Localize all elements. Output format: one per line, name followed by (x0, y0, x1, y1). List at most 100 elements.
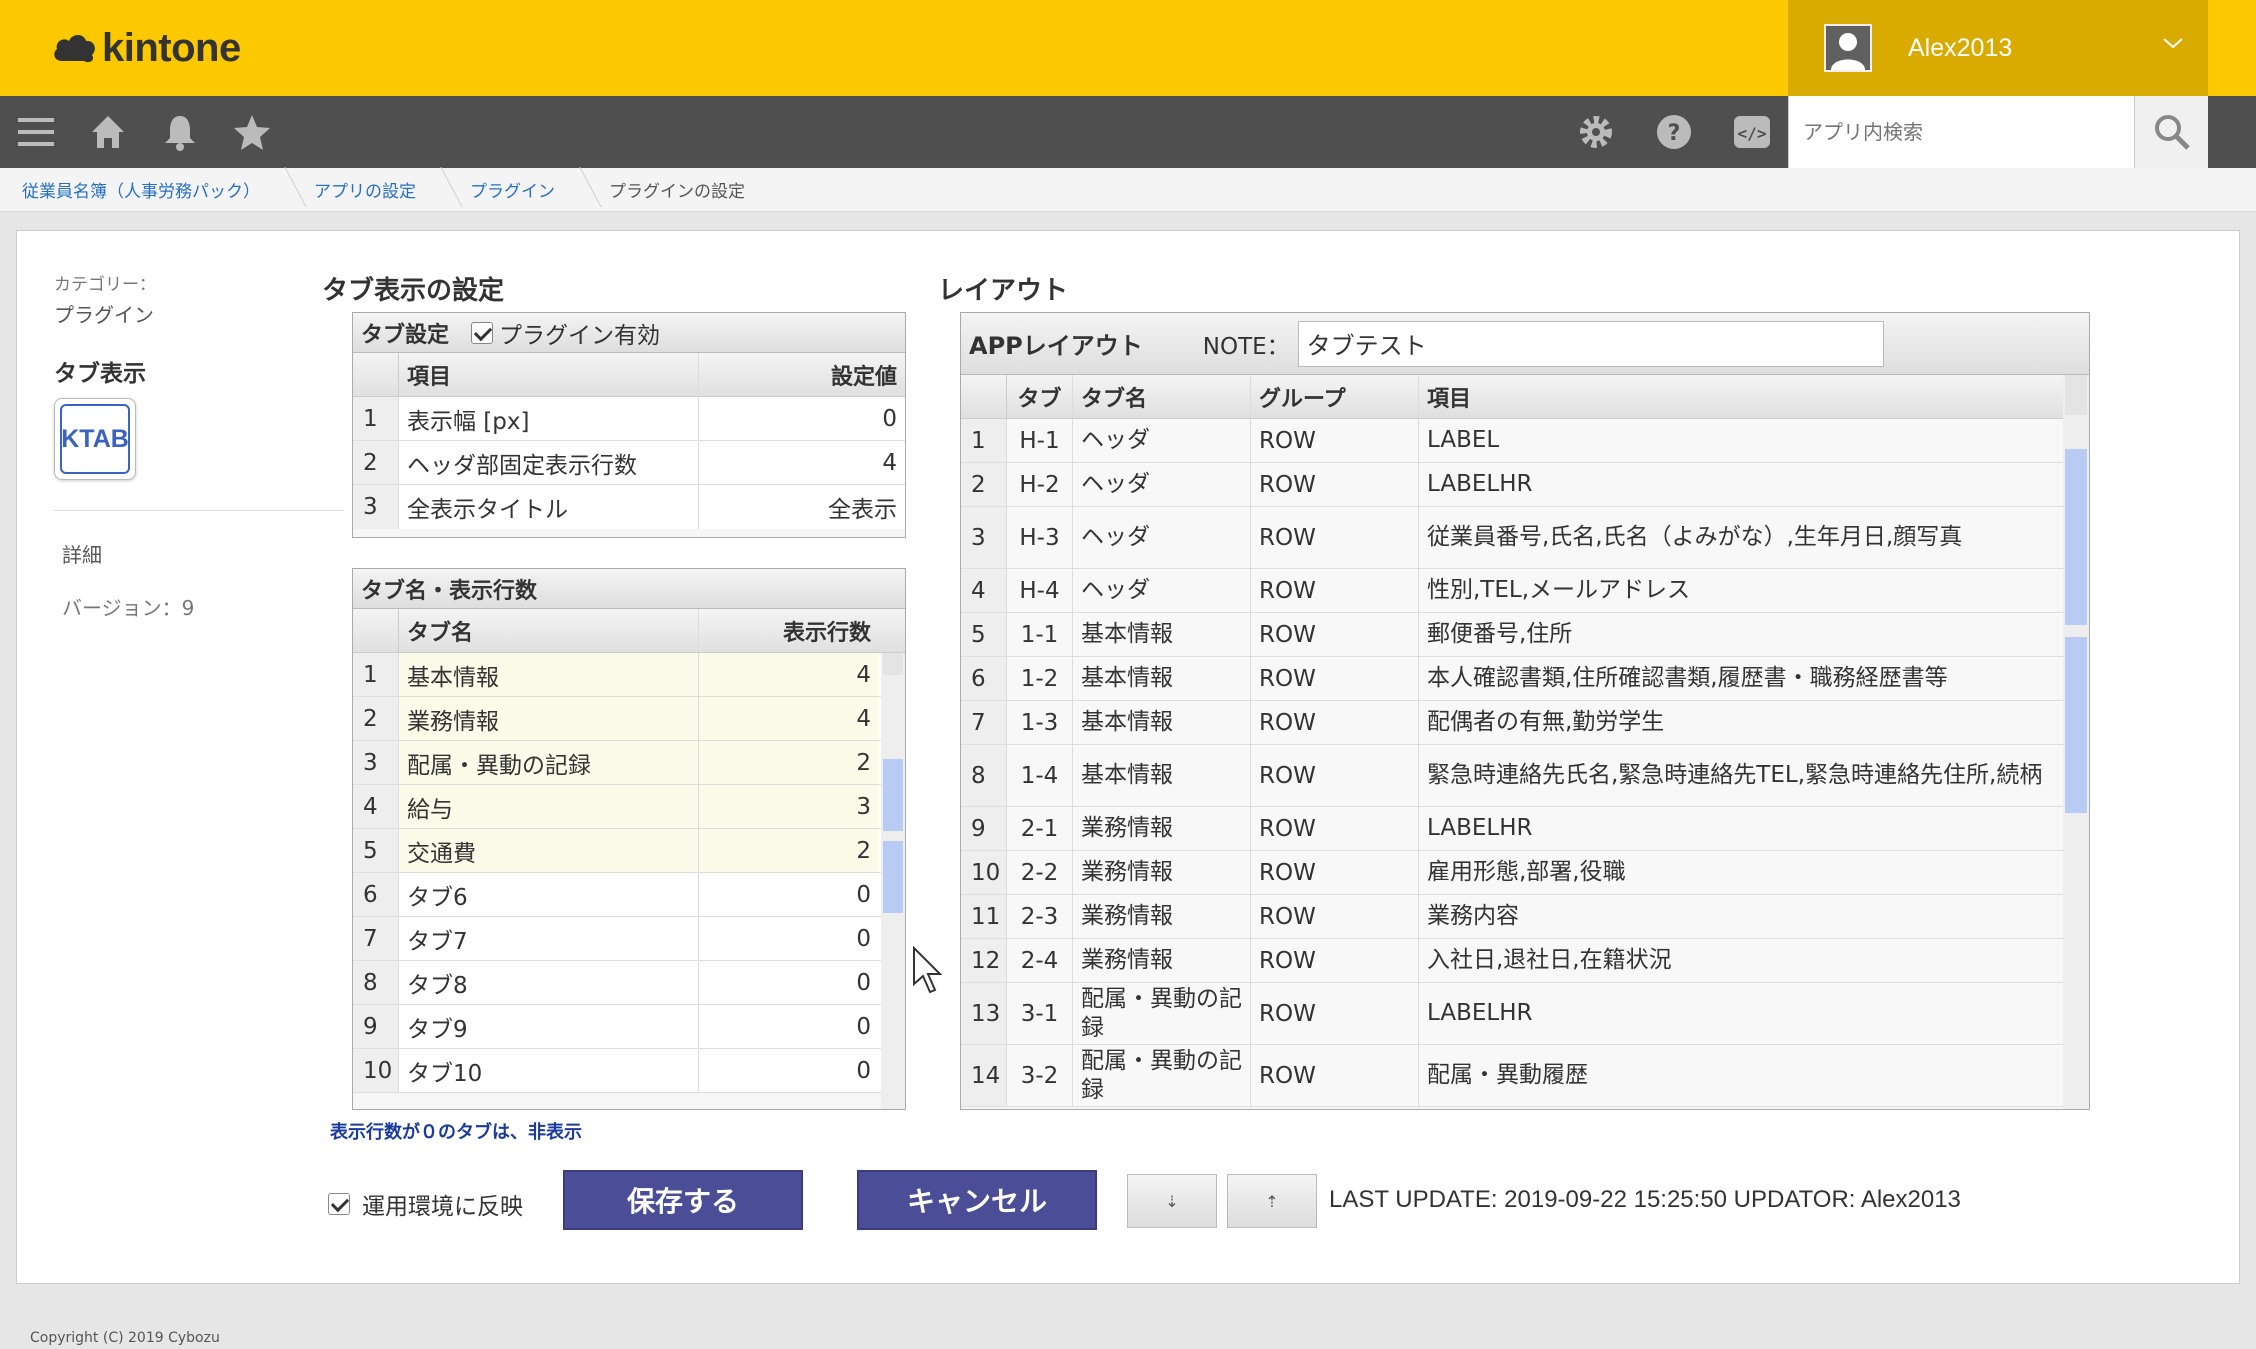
user-avatar-icon (1824, 24, 1872, 72)
chevron-down-icon[interactable] (2162, 36, 2184, 50)
tab-settings-col-header: 項目 設定値 (353, 353, 905, 397)
setting-value-input[interactable]: 4 (699, 441, 905, 484)
table-row: 3 配属・異動の記録 2 (353, 741, 905, 785)
gear-icon[interactable] (1576, 112, 1616, 152)
layout-items: 入社日,退社日,在籍状況 (1427, 947, 1672, 974)
row-number: 3 (961, 507, 1007, 568)
note-label: NOTE： (1202, 333, 1290, 360)
display-rows-input[interactable]: 0 (699, 961, 879, 1004)
kintone-logo[interactable]: kintone (52, 22, 241, 74)
col-tab: タブ (1007, 375, 1073, 418)
breadcrumb-plugins[interactable]: プラグイン (470, 177, 581, 202)
tab-name-input[interactable]: 基本情報 (399, 653, 699, 696)
search-input[interactable] (1789, 96, 2134, 168)
tab-name-input[interactable]: 配属・異動の記録 (399, 741, 699, 784)
setting-value-input[interactable]: 全表示 (699, 485, 905, 529)
col-tab-name: タブ名 (399, 609, 699, 652)
display-rows-input[interactable]: 0 (699, 917, 879, 960)
display-rows-input[interactable]: 0 (699, 873, 879, 916)
tab-name-input[interactable]: タブ10 (399, 1049, 699, 1092)
layout-body: 1 H-1 ヘッダ ROW LABEL 2 H-2 ヘッダ ROW LABELHR 3 H-3 ヘッダ R… (961, 419, 2089, 1107)
table-row: 6 タブ6 0 (353, 873, 905, 917)
tab-name-input[interactable]: タブ6 (399, 873, 699, 916)
col-item: 項目 (399, 353, 699, 396)
table-row: 8 タブ8 0 (353, 961, 905, 1005)
layout-tab-name: 業務情報 (1073, 851, 1251, 894)
deploy-option[interactable]: 運用環境に反映 (328, 1187, 523, 1221)
scrollbar-thumb[interactable] (2065, 449, 2087, 625)
layout-tab: H-2 (1007, 463, 1073, 506)
table-row: 1 H-1 ヘッダ ROW LABEL (961, 419, 2089, 463)
help-icon[interactable]: ? (1654, 112, 1694, 152)
layout-items: 配属・異動履歴 (1427, 1062, 1588, 1089)
save-button[interactable]: 保存する (563, 1170, 803, 1230)
scrollbar-thumb[interactable] (883, 759, 903, 831)
scrollbar-thumb[interactable] (2065, 637, 2087, 813)
plugin-sidebar: カテゴリー： プラグイン タブ表示 KTAB 詳細 バージョン：9 (54, 270, 344, 621)
layout-tab-name: 基本情報 (1073, 657, 1251, 700)
search-button[interactable] (2134, 96, 2208, 168)
search-icon (2154, 115, 2190, 150)
row-number: 4 (961, 569, 1007, 612)
tab-names-col-header: タブ名 表示行数 (353, 609, 905, 653)
tab-name-input[interactable]: 交通費 (399, 829, 699, 872)
display-rows-input[interactable]: 2 (699, 741, 879, 784)
layout-items: 業務内容 (1427, 903, 1519, 930)
layout-tab: 1-3 (1007, 701, 1073, 744)
col-group: グループ (1251, 375, 1419, 418)
layout-tab-name: 業務情報 (1073, 807, 1251, 850)
detail-link[interactable]: 詳細 (54, 539, 344, 568)
scrollbar[interactable] (881, 653, 905, 1109)
layout-group: ROW (1251, 895, 1419, 938)
deploy-checkbox[interactable] (328, 1193, 350, 1215)
scrollbar[interactable] (2063, 375, 2089, 1109)
display-rows-input[interactable]: 2 (699, 829, 879, 872)
tab-name-input[interactable]: 給与 (399, 785, 699, 828)
row-number: 5 (961, 613, 1007, 656)
table-row: 2 ヘッダ部固定表示行数 4 (353, 441, 905, 485)
tab-names-body: 1 基本情報 4 2 業務情報 4 3 配属・異動の記録 2 4 給与 3 5 交通費 2 6 タブ6 0 7 タブ7… (353, 653, 905, 1093)
upload-settings-button[interactable]: ⇡ (1227, 1174, 1317, 1228)
tab-settings-header: タブ設定 プラグイン有効 (353, 313, 905, 353)
table-row: 13 3-1 配属・異動の記録 ROW LABELHR (961, 983, 2089, 1045)
download-settings-button[interactable]: ⇣ (1127, 1174, 1217, 1228)
display-rows-input[interactable]: 0 (699, 1005, 879, 1048)
tab-settings-table: タブ設定 プラグイン有効 項目 設定値 1 表示幅 [px] 0 2 ヘッダ部固定表示… (352, 312, 906, 538)
layout-group: ROW (1251, 613, 1419, 656)
setting-value-input[interactable]: 0 (699, 397, 905, 440)
bell-icon[interactable] (160, 112, 200, 152)
layout-group: ROW (1251, 463, 1419, 506)
plugin-enabled-checkbox[interactable] (471, 321, 494, 344)
home-icon[interactable] (88, 112, 128, 152)
scrollbar-thumb[interactable] (883, 841, 903, 913)
row-number: 8 (961, 745, 1007, 806)
last-update-text: LAST UPDATE: 2019-09-22 15:25:50 UPDATOR… (1329, 1186, 1961, 1213)
hamburger-menu-icon[interactable] (16, 112, 56, 152)
note-input[interactable]: タブテスト (1297, 320, 1884, 367)
table-row: 1 基本情報 4 (353, 653, 905, 697)
tab-name-input[interactable]: タブ9 (399, 1005, 699, 1048)
breadcrumb-app-settings[interactable]: アプリの設定 (314, 177, 442, 202)
tab-name-input[interactable]: 業務情報 (399, 697, 699, 740)
plugin-enabled-label: プラグイン有効 (499, 322, 661, 349)
table-row: 9 タブ9 0 (353, 1005, 905, 1049)
layout-col-header: タブ タブ名 グループ 項目 (961, 375, 2089, 419)
layout-tab: 3-1 (1007, 983, 1073, 1044)
table-row: 12 2-4 業務情報 ROW 入社日,退社日,在籍状況 (961, 939, 2089, 983)
cancel-button[interactable]: キャンセル (857, 1170, 1097, 1230)
tab-name-input[interactable]: タブ8 (399, 961, 699, 1004)
upload-icon: ⇡ (1265, 1191, 1279, 1211)
code-icon[interactable]: </> (1732, 112, 1772, 152)
user-menu[interactable]: Alex2013 (1788, 0, 2208, 96)
app-search-field[interactable] (1788, 96, 2134, 168)
tab-name-input[interactable]: タブ7 (399, 917, 699, 960)
star-icon[interactable] (232, 112, 272, 152)
display-rows-input[interactable]: 3 (699, 785, 879, 828)
display-rows-input[interactable]: 0 (699, 1049, 879, 1092)
breadcrumb-app[interactable]: 従業員名簿（人事労務パック） (22, 177, 286, 202)
row-number: 10 (353, 1049, 399, 1092)
table-row: 5 交通費 2 (353, 829, 905, 873)
row-number: 6 (353, 873, 399, 916)
display-rows-input[interactable]: 4 (699, 653, 879, 696)
display-rows-input[interactable]: 4 (699, 697, 879, 740)
